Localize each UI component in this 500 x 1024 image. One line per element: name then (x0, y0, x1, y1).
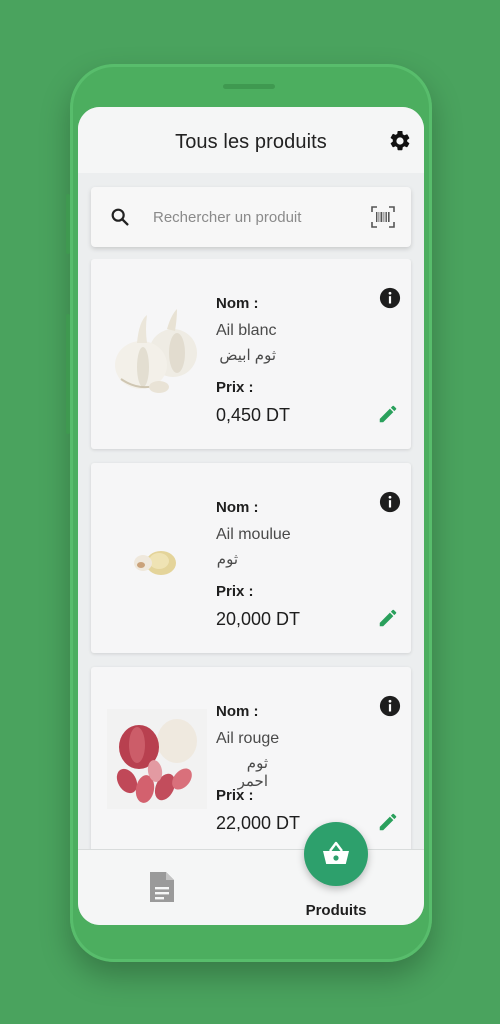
white-garlic-image (115, 309, 197, 393)
price-label: Prix : (216, 379, 254, 396)
nav-label-produits[interactable]: Produits (296, 902, 376, 919)
red-garlic-image (107, 709, 207, 809)
name-label: Nom : (216, 703, 259, 720)
product-name: Ail rouge (216, 730, 280, 747)
basket-icon (323, 841, 349, 864)
product-card[interactable]: Nom : Ail moulue ثوم Prix : 20,000 DT (91, 463, 411, 653)
phone-side-button (66, 194, 70, 254)
product-name-arabic: ثوم (216, 551, 238, 568)
phone-frame: Tous les produits Rechercher un produit … (66, 64, 432, 962)
edit-pencil-icon[interactable] (377, 811, 399, 833)
price-label: Prix : (216, 787, 254, 804)
product-card[interactable]: Nom : Ail rouge ثوم احمر Prix : 22,000 D… (91, 667, 411, 849)
app-header: Tous les produits (78, 107, 424, 173)
phone-speaker (223, 84, 275, 89)
product-price: 0,450 DT (216, 405, 291, 425)
price-label: Prix : (216, 583, 254, 600)
app-screen: Tous les produits Rechercher un produit … (78, 107, 424, 925)
product-name: Ail blanc (216, 322, 277, 339)
name-label: Nom : (216, 295, 259, 312)
document-icon[interactable] (148, 870, 176, 904)
search-input[interactable] (153, 205, 363, 229)
edit-pencil-icon[interactable] (377, 403, 399, 425)
product-price: 20,000 DT (216, 609, 301, 629)
phone-side-button (66, 314, 70, 434)
info-icon[interactable] (379, 695, 401, 717)
product-name-arabic: ثوم ابيض (219, 347, 276, 364)
gear-icon[interactable] (388, 129, 412, 153)
page-title: Tous les produits (175, 131, 327, 153)
product-price: 22,000 DT (216, 813, 301, 833)
products-fab-button[interactable] (304, 822, 368, 886)
barcode-scan-icon[interactable] (371, 206, 395, 228)
info-icon[interactable] (379, 491, 401, 513)
ground-garlic-image (134, 551, 176, 575)
search-icon (111, 208, 129, 226)
bottom-navigation: Produits (78, 822, 424, 925)
product-card[interactable]: Nom : Ail blanc ثوم ابيض Prix : 0,450 DT (91, 259, 411, 449)
search-bar (91, 187, 411, 247)
product-name: Ail moulue (216, 526, 291, 543)
info-icon[interactable] (379, 287, 401, 309)
product-list: Nom : Ail blanc ثوم ابيض Prix : 0,450 DT (78, 259, 424, 849)
edit-pencil-icon[interactable] (377, 607, 399, 629)
product-name-arabic: ثوم احمر (237, 755, 268, 790)
name-label: Nom : (216, 499, 259, 516)
